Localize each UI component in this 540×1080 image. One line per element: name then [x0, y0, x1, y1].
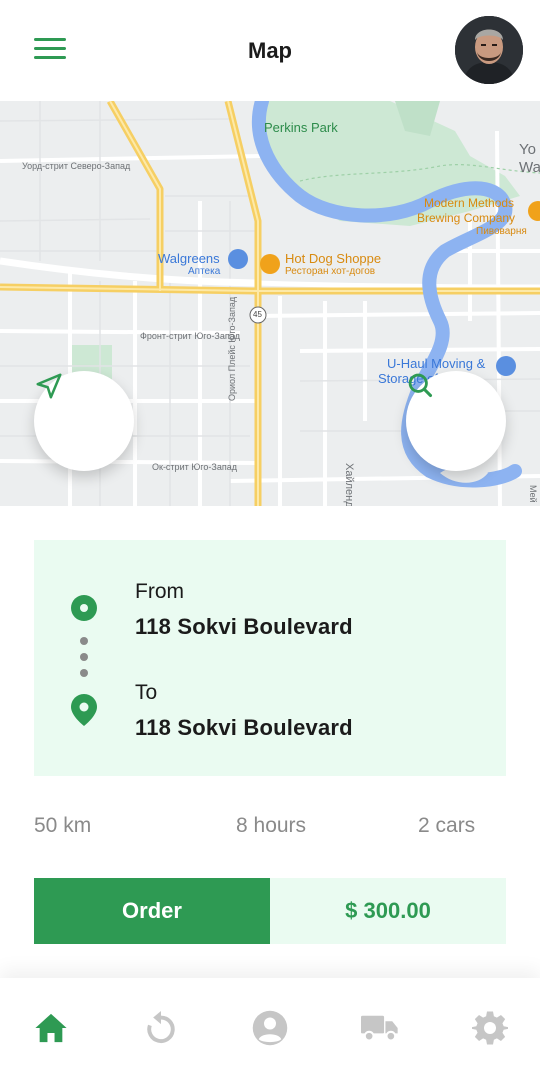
route-dot: [80, 669, 88, 677]
cars-value: 2 cars: [418, 814, 476, 837]
duration-value: 8 hours: [236, 814, 307, 837]
nav-delivery[interactable]: [360, 1008, 400, 1048]
app-header: Map: [0, 0, 540, 101]
map-label-edge-wa: Wa: [519, 159, 540, 176]
map-label-orion: Ориол Плейс Юго-Запад: [227, 296, 237, 401]
from-address[interactable]: 118 Sokvi Boulevard: [135, 614, 353, 640]
nav-profile[interactable]: [250, 1008, 290, 1048]
navigation-arrow-icon: [36, 373, 62, 399]
price-value: $ 300.00: [270, 878, 506, 944]
trip-stats: 50 km 8 hours 2 cars: [0, 814, 540, 844]
map-label-uhaul: U-Haul Moving &: [387, 356, 486, 371]
map-label-ok-street: Ок-стрит Юго-Запад: [152, 462, 237, 472]
route-dot: [80, 653, 88, 661]
map-label-route45: 45: [253, 310, 262, 319]
map-label-edge-yo: Yo: [519, 141, 536, 158]
map-search-button[interactable]: [406, 371, 506, 471]
map-label-brewing-sub: Пивоварня: [476, 226, 527, 237]
locate-button[interactable]: [34, 371, 134, 471]
distance-value: 50 km: [34, 814, 92, 837]
destination-pin-icon: [71, 694, 97, 726]
map-label-edge-me: Мей: [528, 485, 538, 503]
to-label: To: [135, 681, 158, 704]
map-label-hotdog: Hot Dog Shoppe: [285, 251, 382, 266]
origin-marker-icon: [71, 595, 97, 621]
avatar[interactable]: [455, 16, 523, 84]
map-view[interactable]: Perkins Park Уорд-стрит Северо-Запад Wal…: [0, 101, 540, 506]
route-card: From 118 Sokvi Boulevard To 118 Sokvi Bo…: [34, 540, 506, 776]
search-icon: [408, 373, 433, 398]
map-label-brewing: Brewing Company: [417, 211, 516, 225]
profile-icon: [252, 1010, 288, 1046]
nav-settings[interactable]: [470, 1008, 510, 1048]
history-icon: [147, 1011, 175, 1044]
map-label-park: Perkins Park: [264, 120, 338, 135]
map-label-highland: Хайленд: [343, 463, 355, 506]
bottom-navigation: [0, 978, 540, 1080]
from-label: From: [135, 580, 184, 603]
map-label-walgreens: Walgreens: [158, 251, 220, 266]
nav-home[interactable]: [31, 1008, 71, 1048]
nav-history[interactable]: [141, 1008, 181, 1048]
map-label-street: Уорд-стрит Северо-Запад: [22, 161, 131, 171]
map-label-hotdog-sub: Ресторан хот-догов: [285, 266, 376, 277]
to-address[interactable]: 118 Sokvi Boulevard: [135, 715, 353, 741]
truck-icon: [361, 1015, 398, 1042]
settings-icon: [472, 1011, 508, 1045]
map-label-walgreens-sub: Аптека: [188, 266, 221, 277]
map-label-front-street: Фронт-стрит Юго-Запад: [140, 331, 240, 341]
map-label-modern-methods: Modern Methods: [424, 196, 515, 210]
route-dot: [80, 637, 88, 645]
order-row: Order $ 300.00: [34, 878, 506, 944]
order-button[interactable]: Order: [34, 878, 270, 944]
home-icon: [35, 1013, 67, 1043]
